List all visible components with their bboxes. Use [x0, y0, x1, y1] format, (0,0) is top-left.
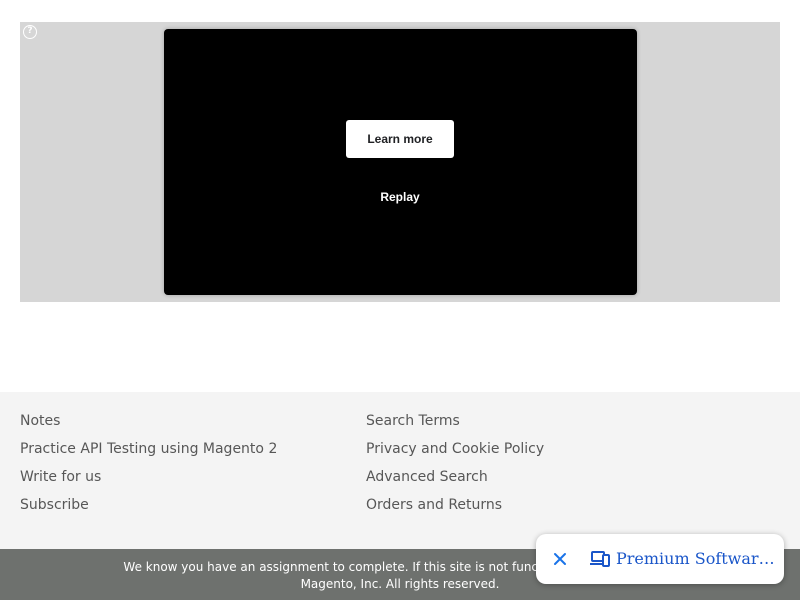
- footer-link-item: Orders and Returns: [366, 494, 544, 522]
- video-player[interactable]: Learn more Replay: [164, 29, 637, 295]
- footer-link-write-for-us[interactable]: Write for us: [20, 469, 101, 485]
- footer-links-left: Notes Practice API Testing using Magento…: [20, 410, 277, 522]
- close-icon[interactable]: [550, 549, 570, 569]
- footer: Notes Practice API Testing using Magento…: [0, 392, 800, 549]
- footer-link-practice-api[interactable]: Practice API Testing using Magento 2: [20, 441, 277, 457]
- footer-link-item: Privacy and Cookie Policy: [366, 438, 544, 466]
- promo-link[interactable]: Premium Software Testing Tools: [590, 547, 776, 571]
- footer-link-privacy[interactable]: Privacy and Cookie Policy: [366, 441, 544, 457]
- learn-more-button[interactable]: Learn more: [346, 120, 454, 158]
- footer-link-item: Write for us: [20, 466, 277, 494]
- footer-link-item: Practice API Testing using Magento 2: [20, 438, 277, 466]
- replay-button[interactable]: Replay: [360, 187, 440, 207]
- promo-toast: Premium Software Testing Tools: [536, 534, 784, 584]
- footer-link-item: Notes: [20, 410, 277, 438]
- footer-link-notes[interactable]: Notes: [20, 413, 60, 429]
- footer-link-search-terms[interactable]: Search Terms: [366, 413, 460, 429]
- promo-text: Premium Software Testing Tools: [616, 549, 776, 568]
- footer-link-subscribe[interactable]: Subscribe: [20, 497, 89, 513]
- footer-link-item: Advanced Search: [366, 466, 544, 494]
- ad-container: ? Learn more Replay: [20, 22, 780, 302]
- footer-link-item: Search Terms: [366, 410, 544, 438]
- footer-links-right: Search Terms Privacy and Cookie Policy A…: [366, 410, 544, 522]
- help-circle-icon[interactable]: ?: [23, 25, 37, 39]
- footer-link-advanced-search[interactable]: Advanced Search: [366, 469, 488, 485]
- footer-link-orders-returns[interactable]: Orders and Returns: [366, 497, 502, 513]
- footer-link-item: Subscribe: [20, 494, 277, 522]
- devices-icon: [590, 550, 610, 568]
